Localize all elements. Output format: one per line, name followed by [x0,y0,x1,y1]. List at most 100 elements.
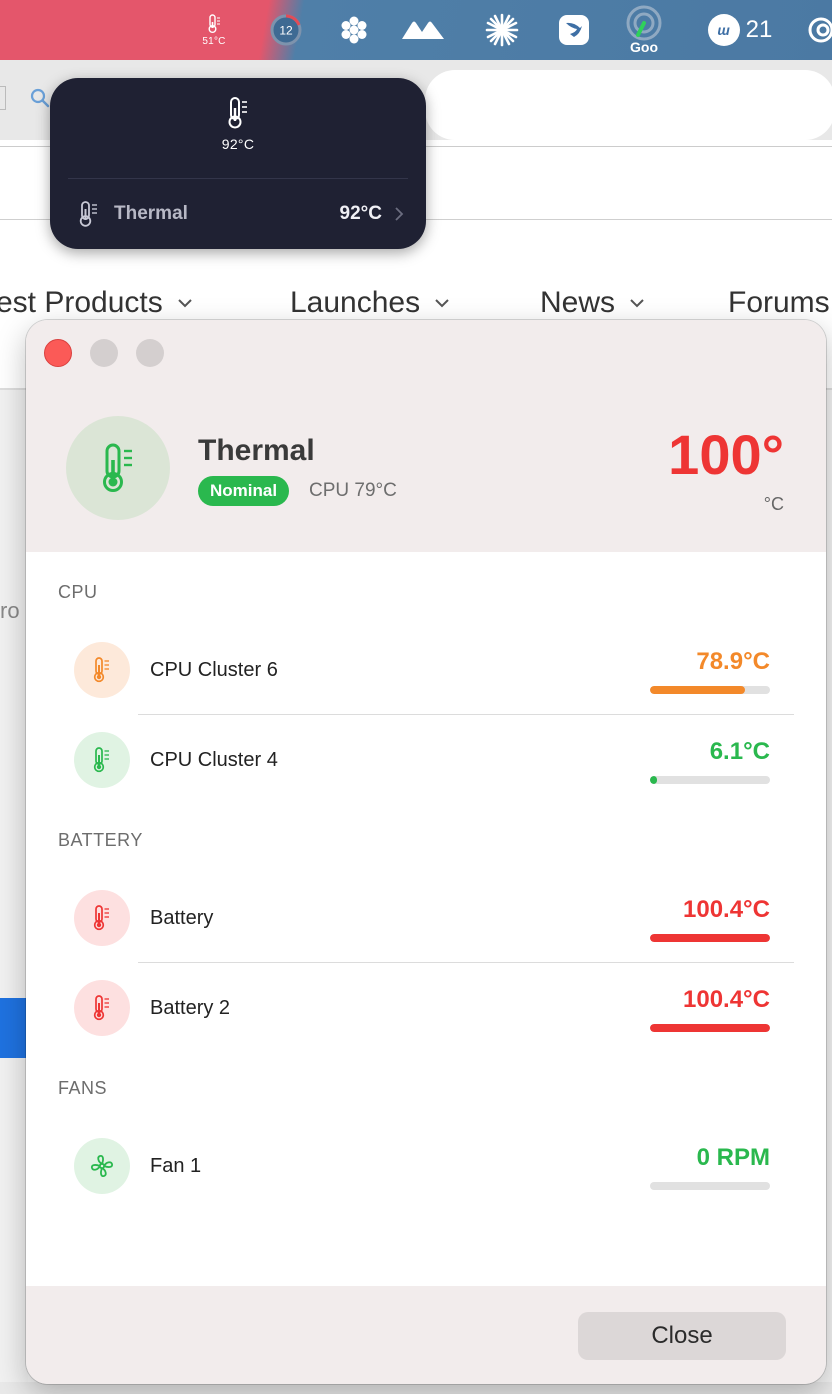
badge-logo-icon: ш [707,14,740,46]
row-progress-bar [650,1024,770,1032]
chevron-down-icon [178,299,192,308]
popover-top-value: 92°C [221,136,255,152]
popover-divider [68,178,408,179]
background-blue-button[interactable] [0,998,28,1058]
row-value: 78.9°C [696,648,770,675]
row-progress-fill [650,776,658,784]
row-divider [138,714,794,715]
row-progress-bar [650,1182,770,1190]
row-value: 100.4°C [683,986,770,1013]
window-header: Thermal Nominal CPU 79°C 100° °C [26,320,826,552]
window-title: Thermal [198,434,315,467]
nav-item-products[interactable]: est Products [0,286,193,320]
thermometer-icon [93,995,109,1021]
browser-grid-button[interactable] [0,86,6,110]
row-label: CPU Cluster 6 [150,659,278,681]
menubar-ring-item[interactable]: 12 [268,0,304,60]
menubar-ring-number: 12 [279,24,293,38]
row-icon-circle [74,642,130,698]
menubar-swirl-item[interactable] [804,0,832,60]
header-unit: °C [763,494,784,514]
chevron-down-icon [435,299,449,308]
menubar-goo-item[interactable]: Goo [620,0,668,60]
window-close-button[interactable] [44,339,72,367]
row-progress-fill [650,1024,770,1032]
section-title-fans: FANS [58,1078,108,1098]
row-progress-fill [650,686,745,694]
row-label: Battery [150,907,214,929]
menubar-temperature-item[interactable]: 51°C [194,0,234,60]
status-badge: Nominal [198,476,290,506]
row-value: 100.4°C [683,896,770,923]
chevron-down-icon [630,299,644,308]
bird-app-icon [559,15,589,45]
nav-item-label: Forums [728,286,830,319]
nav-item-label: Launches [290,286,421,319]
thermometer-icon [93,905,109,931]
menubar-mountain-item[interactable] [398,0,448,60]
window-zoom-button[interactable] [136,339,164,367]
nav-item-launches[interactable]: Launches [290,286,450,320]
close-button[interactable]: Close [578,1312,786,1360]
search-icon [30,88,50,108]
thermometer-icon [103,443,132,492]
row-progress-fill [650,934,770,942]
row-progress-bar [650,934,770,942]
menubar-goo-text: Goo [630,39,658,55]
flower-icon [341,16,367,44]
swirl-icon [808,17,832,43]
nav-item-label: News [540,286,616,319]
thermal-window: Thermal Nominal CPU 79°C 100° °C CPU CPU… [26,320,826,1384]
row-icon-circle [74,732,130,788]
row-label: Fan 1 [150,1155,202,1177]
thermometer-icon [79,201,97,227]
section-title-cpu: CPU [58,582,98,602]
row-divider [138,962,794,963]
menubar-flower-item[interactable] [336,0,372,60]
row-label: CPU Cluster 4 [150,749,278,771]
fan-icon [90,1154,114,1178]
mountain-logo-icon [402,21,444,39]
redacted-area [425,70,832,140]
header-big-value: 100° [668,423,784,486]
row-icon-circle [74,980,130,1036]
popover-summary: 92°C [50,96,426,152]
row-label: Battery 2 [150,997,231,1019]
thermometer-icon [93,657,109,683]
nav-item-news[interactable]: News [540,286,645,320]
menubar-temperature-text: 51°C [202,35,226,47]
background-side-text: ro [0,598,20,623]
menubar-bird-item[interactable] [556,0,592,60]
row-progress-bar [650,776,770,784]
header-subtitle: CPU 79°C [309,480,397,501]
list-item[interactable]: CPU Cluster 6 78.9°C [74,642,794,700]
nav-item-label: est Products [0,286,163,319]
burst-icon [485,13,519,47]
list-item[interactable]: Battery 2 100.4°C [74,980,794,1038]
menubar-burst-item[interactable] [482,0,522,60]
menu-bar: 51°C 12 Goo ш 21 [0,0,832,60]
thermometer-icon [93,747,109,773]
row-icon-circle [74,1138,130,1194]
list-item[interactable]: Battery 100.4°C [74,890,794,948]
row-value: 0 RPM [696,1144,770,1171]
row-icon-circle [74,890,130,946]
section-title-battery: BATTERY [58,830,143,850]
progress-ring-icon: 12 [270,14,302,46]
nav-item-forums[interactable]: Forums [728,286,830,320]
row-value: 6.1°C [709,738,770,765]
radar-icon [626,5,662,41]
list-item[interactable]: CPU Cluster 4 6.1°C [74,732,794,790]
background-sidebar [0,390,28,1394]
window-minimize-button[interactable] [90,339,118,367]
thermometer-icon [228,97,247,129]
popover-row-value: 92°C [339,203,382,224]
popover-row-label: Thermal [114,203,188,224]
list-item[interactable]: Fan 1 0 RPM [74,1138,794,1196]
popover-thermal-row[interactable]: Thermal 92°C [78,200,404,228]
thermal-status-icon [66,416,170,520]
window-footer: Close [26,1286,826,1384]
menubar-badge-item[interactable]: ш 21 [700,0,780,60]
thermal-popover: 92°C Thermal 92°C [50,78,426,249]
menubar-badge-count: 21 [745,16,773,43]
